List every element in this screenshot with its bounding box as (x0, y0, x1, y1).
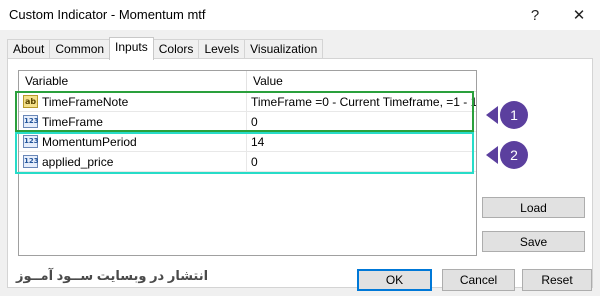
highlight-box-momentum (15, 132, 474, 174)
title-bar: Custom Indicator - Momentum mtf ? ✕ (0, 0, 600, 30)
window-title: Custom Indicator - Momentum mtf (9, 7, 206, 22)
badge-number: 2 (510, 147, 518, 163)
tab-levels[interactable]: Levels (198, 39, 246, 59)
load-button[interactable]: Load (482, 197, 585, 218)
tab-colors[interactable]: Colors (152, 39, 200, 59)
tab-inputs[interactable]: Inputs (109, 37, 154, 60)
close-button[interactable]: ✕ (566, 3, 592, 27)
ok-button[interactable]: OK (357, 269, 432, 291)
tab-common[interactable]: Common (49, 39, 111, 59)
help-button[interactable]: ? (522, 3, 548, 27)
tab-visualization[interactable]: Visualization (244, 39, 324, 59)
reset-button[interactable]: Reset (522, 269, 592, 291)
highlight-box-timeframe (15, 91, 474, 132)
column-header-value[interactable]: Value (247, 71, 476, 91)
badge-arrow-shape (486, 146, 498, 164)
save-button[interactable]: Save (482, 231, 585, 252)
badge-arrow-shape (486, 106, 498, 124)
grid-header: Variable Value (19, 71, 476, 92)
column-header-variable[interactable]: Variable (19, 71, 247, 91)
tab-about[interactable]: About (7, 39, 51, 59)
badge-number: 1 (510, 107, 518, 123)
tab-strip: About Common Inputs Colors Levels Visual… (7, 37, 324, 60)
annotation-badge-1: 1 (486, 101, 528, 129)
annotation-badge-2: 2 (486, 141, 528, 169)
watermark-text: انتشار در وبسایت ســود آمــوز (16, 268, 209, 283)
cancel-button[interactable]: Cancel (442, 269, 515, 291)
